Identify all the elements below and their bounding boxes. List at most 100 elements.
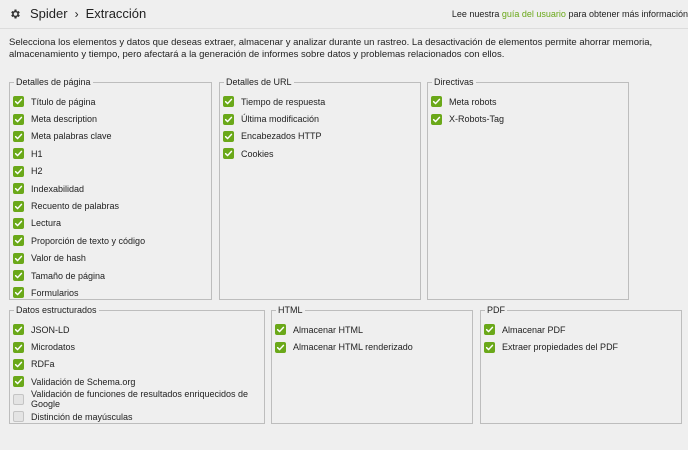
- checkbox-label: H1: [31, 148, 43, 159]
- checkbox-checked[interactable]: [13, 183, 24, 195]
- checkbox-checked[interactable]: [223, 96, 234, 108]
- checkbox-label: Validación de funciones de resultados en…: [31, 389, 248, 410]
- checkbox-label: Título de página: [31, 96, 96, 107]
- checkbox-label: Validación de Schema.org: [31, 376, 136, 387]
- checkbox-label: JSON-LD: [31, 324, 70, 335]
- checkbox-item[interactable]: Indexabilidad: [13, 180, 145, 197]
- breadcrumb-current: Extracción: [85, 6, 147, 21]
- breadcrumb-separator: ›: [74, 6, 79, 21]
- checkbox-checked[interactable]: [13, 217, 24, 229]
- checkbox-checked[interactable]: [13, 165, 24, 177]
- checkbox-item[interactable]: JSON-LD: [13, 321, 264, 338]
- checkbox-item[interactable]: Cookies: [223, 145, 325, 162]
- checkbox-unchecked[interactable]: [13, 411, 24, 423]
- checkbox-checked[interactable]: [13, 130, 24, 142]
- checkbox-checked[interactable]: [223, 148, 234, 160]
- checkbox-item[interactable]: Meta palabras clave: [13, 128, 145, 145]
- checkbox-item[interactable]: Microdatos: [13, 338, 264, 355]
- checkbox-label: Indexabilidad: [31, 183, 85, 194]
- checkbox-label: Lectura: [31, 218, 62, 229]
- help-prefix: Lee nuestra: [451, 9, 502, 19]
- checkbox-item[interactable]: Almacenar PDF: [484, 321, 618, 338]
- checkmark-icon: [14, 150, 23, 157]
- checkbox-checked[interactable]: [13, 235, 24, 247]
- checkbox-checked[interactable]: [275, 324, 286, 336]
- checkbox-checked[interactable]: [223, 130, 234, 142]
- checkbox-item[interactable]: Extraer propiedades del PDF: [484, 338, 618, 355]
- checkmark-icon: [485, 344, 494, 350]
- checkbox-label: Meta description: [31, 114, 98, 125]
- checkbox-item[interactable]: H1: [13, 145, 145, 162]
- checkbox-label: Tamaño de página: [31, 270, 106, 281]
- checkbox-checked[interactable]: [13, 358, 24, 370]
- checkbox-checked[interactable]: [13, 96, 24, 108]
- checkbox-label: Almacenar PDF: [502, 324, 566, 335]
- checkmark-icon: [14, 237, 23, 244]
- checkbox-label: Almacenar HTML renderizado: [293, 342, 413, 353]
- checkbox-item[interactable]: Última modificación: [223, 110, 325, 127]
- help-text: Lee nuestra guía del usuario para obtene…: [452, 9, 688, 19]
- checkmark-icon: [14, 116, 23, 122]
- checkmark-icon: [224, 150, 233, 157]
- checkbox-checked[interactable]: [13, 113, 24, 125]
- checkmark-icon: [224, 133, 233, 140]
- checkbox-item[interactable]: Distinción de mayúsculas: [13, 408, 264, 425]
- checkbox-item[interactable]: Tiempo de respuesta: [223, 93, 325, 110]
- checkbox-item[interactable]: Valor de hash: [13, 250, 145, 267]
- checkbox-item[interactable]: Almacenar HTML renderizado: [275, 338, 413, 355]
- checkbox-item[interactable]: Recuento de palabras: [13, 197, 145, 214]
- checkbox-item[interactable]: Tamaño de página: [13, 267, 145, 284]
- group-directives: Directivas Meta robots X-Robots-Tag: [427, 77, 629, 300]
- checkbox-checked[interactable]: [13, 148, 24, 160]
- checkbox-checked[interactable]: [13, 376, 24, 388]
- checkbox-checked[interactable]: [484, 324, 495, 336]
- group-structured-data: Datos estructurados JSON-LD Microdatos RDF…: [9, 305, 265, 425]
- checkbox-item[interactable]: Validación de funciones de resultados en…: [13, 389, 264, 410]
- checkbox-item[interactable]: Meta description: [13, 110, 145, 127]
- checkbox-item[interactable]: Encabezados HTTP: [223, 128, 325, 145]
- checkbox-checked[interactable]: [484, 341, 495, 353]
- checkbox-checked[interactable]: [13, 341, 24, 353]
- group-title: Datos estructurados: [14, 305, 99, 316]
- gear-icon: [11, 9, 20, 18]
- checkbox-list: Tiempo de respuesta Última modificación En…: [223, 93, 325, 163]
- checkbox-item[interactable]: Formularios: [13, 284, 145, 301]
- checkbox-label: Extraer propiedades del PDF: [502, 342, 619, 353]
- checkbox-checked[interactable]: [13, 287, 24, 299]
- checkbox-checked[interactable]: [13, 270, 24, 282]
- checkbox-list: Título de página Meta description Meta pal…: [13, 93, 145, 302]
- checkmark-icon: [14, 290, 23, 296]
- checkbox-item[interactable]: Validación de Schema.org: [13, 373, 264, 390]
- checkbox-item[interactable]: Lectura: [13, 215, 145, 232]
- checkbox-label: Meta palabras clave: [31, 131, 112, 142]
- checkmark-icon: [14, 220, 23, 227]
- checkmark-icon: [14, 133, 23, 140]
- checkmark-icon: [276, 326, 285, 333]
- checkmark-icon: [14, 255, 23, 261]
- checkbox-label: Valor de hash: [31, 253, 86, 264]
- checkbox-item[interactable]: Meta robots: [431, 93, 504, 110]
- checkbox-list: JSON-LD Microdatos RDFa Validación de Schem…: [13, 321, 264, 425]
- checkbox-label: Cookies: [241, 148, 274, 159]
- checkbox-checked[interactable]: [13, 324, 24, 336]
- checkbox-item[interactable]: H2: [13, 163, 145, 180]
- checkbox-label: X-Robots-Tag: [449, 114, 505, 125]
- checkbox-checked[interactable]: [223, 113, 234, 125]
- checkbox-checked[interactable]: [431, 113, 442, 125]
- checkbox-item[interactable]: Almacenar HTML: [275, 321, 413, 338]
- checkmark-icon: [14, 326, 23, 333]
- checkbox-unchecked[interactable]: [13, 393, 24, 405]
- checkbox-item[interactable]: X-Robots-Tag: [431, 110, 504, 127]
- checkbox-item[interactable]: Título de página: [13, 93, 145, 110]
- checkbox-item[interactable]: Proporción de texto y código: [13, 232, 145, 249]
- breadcrumb-root[interactable]: Spider: [30, 6, 68, 21]
- user-guide-link[interactable]: guía del usuario: [502, 9, 566, 19]
- checkbox-checked[interactable]: [431, 96, 442, 108]
- checkbox-checked[interactable]: [13, 252, 24, 264]
- checkbox-checked[interactable]: [275, 341, 286, 353]
- checkmark-icon: [432, 116, 441, 122]
- checkbox-item[interactable]: RDFa: [13, 356, 264, 373]
- checkmark-icon: [14, 168, 23, 175]
- checkmark-icon: [14, 344, 23, 350]
- checkbox-checked[interactable]: [13, 200, 24, 212]
